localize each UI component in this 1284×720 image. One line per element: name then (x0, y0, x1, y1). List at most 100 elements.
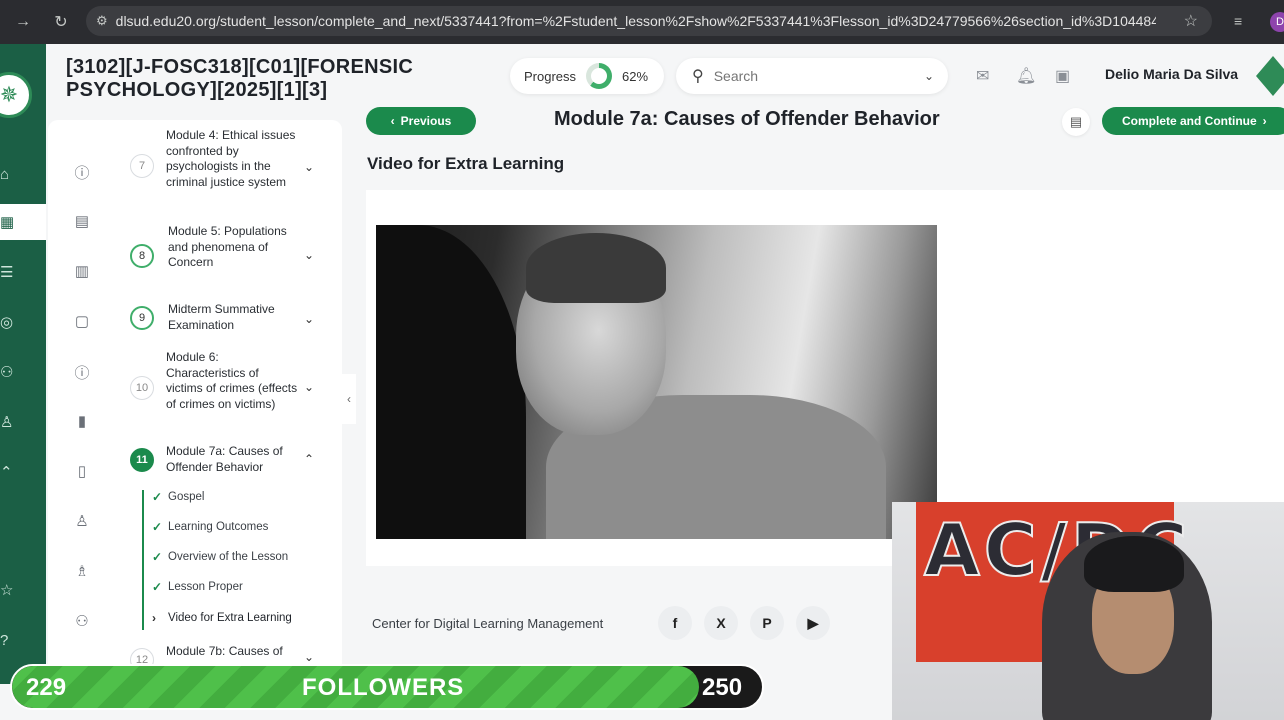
search-input[interactable] (713, 68, 894, 84)
help-icon[interactable]: ? (0, 622, 46, 658)
module-label: Module 4: Ethical issues confronted by p… (166, 128, 296, 189)
chevron-left-icon: ‹ (390, 114, 395, 128)
module-number: 11 (130, 448, 154, 472)
section-heading: Video for Extra Learning (367, 154, 565, 173)
calendar-icon[interactable]: ▢ (72, 312, 92, 332)
bell-icon[interactable]: 🔔︎ (1016, 66, 1036, 86)
calendar-icon[interactable]: ▣ (1055, 66, 1070, 86)
bookmark-star-icon[interactable]: ☆ (1184, 11, 1198, 31)
lesson-item-current[interactable]: › Video for Extra Learning (152, 611, 292, 625)
outline-module[interactable]: 7 Module 4: Ethical issues confronted by… (130, 128, 330, 214)
mail-icon[interactable]: ✉ (976, 66, 989, 86)
browser-toolbar: → ↻ ⚙ dlsud.edu20.org/student_lesson/com… (0, 0, 1284, 44)
lesson-item[interactable]: ✓ Learning Outcomes (152, 520, 268, 534)
stats-icon[interactable]: ▮ (72, 412, 92, 432)
chevron-down-icon[interactable]: ⌄ (304, 312, 314, 326)
outline-module[interactable]: 8 Module 5: Populations and phenomena of… (130, 224, 330, 288)
progress-ring (586, 63, 613, 89)
complete-and-continue-button[interactable]: Complete and Continue › (1102, 107, 1284, 135)
site-settings-icon[interactable]: ⚙ (96, 13, 108, 29)
chevron-right-icon: › (152, 611, 156, 625)
chevron-down-icon[interactable]: ⌄ (924, 69, 934, 83)
favorites-icon[interactable]: ☆ (0, 572, 46, 608)
course-title: [3102][J-FOSC318][C01][FORENSIC PSYCHOLO… (66, 56, 414, 101)
module-number: 8 (130, 244, 154, 268)
webcam-overlay: AC/DC (892, 502, 1284, 720)
user-name[interactable]: Delio Maria Da Silva (1105, 66, 1238, 82)
school-logo[interactable]: ✵ (0, 72, 32, 118)
followers-current: 229 (26, 674, 67, 701)
lesson-label: Overview of the Lesson (168, 551, 289, 563)
video-subject-hair (526, 233, 666, 303)
people-icon[interactable]: ⚇ (72, 612, 92, 632)
home-icon[interactable]: ⌂ (0, 156, 46, 192)
previous-button[interactable]: ‹ Previous (366, 107, 476, 135)
url-text[interactable]: dlsud.edu20.org/student_lesson/complete_… (116, 13, 1156, 29)
outline-module[interactable]: 10 Module 6: Characteristics of victims … (130, 350, 330, 430)
chevron-down-icon[interactable]: ⌄ (304, 248, 314, 262)
forward-icon[interactable]: → (10, 9, 36, 35)
course-outline: ⓘ ▤ ▥ ▢ ⓘ ▮ ▯ ♙ ♗ ⚇ 7 Module 4: Ethical … (48, 120, 342, 684)
module-label: Module 7b: Causes of (166, 644, 283, 658)
groups-icon[interactable]: ⚇ (0, 354, 46, 390)
chevron-up-icon[interactable]: ⌃ (304, 452, 314, 466)
check-icon: ✓ (152, 580, 163, 594)
module-label: Midterm Summative Examination (168, 302, 275, 332)
progress-indicator[interactable]: Progress 62% (510, 58, 664, 94)
teacher-icon[interactable]: ♗ (72, 562, 92, 582)
search-box[interactable]: ⚲ ⌄ (676, 58, 948, 94)
lesson-label: Gospel (168, 491, 205, 503)
document-icon[interactable]: ▯ (72, 462, 92, 482)
previous-label: Previous (400, 114, 452, 128)
lesson-item[interactable]: ✓ Overview of the Lesson (152, 550, 288, 564)
person-icon[interactable]: ♙ (72, 512, 92, 532)
check-icon: ✓ (152, 550, 163, 564)
x-icon[interactable]: X (704, 606, 738, 640)
news-icon[interactable]: ▥ (72, 262, 92, 282)
active-lesson-line (142, 490, 144, 630)
lesson-item[interactable]: ✓ Lesson Proper (152, 580, 243, 594)
module-number: 7 (130, 154, 154, 178)
check-icon: ✓ (152, 520, 163, 534)
document-icon[interactable]: ▤ (1062, 108, 1090, 136)
video-player[interactable] (376, 225, 937, 539)
lesson-label: Video for Extra Learning (168, 612, 292, 624)
media-controls-icon[interactable]: ≡ (1234, 13, 1242, 29)
followers-label: FOLLOWERS (302, 674, 465, 701)
collapse-up-icon[interactable]: ⌃ (0, 454, 46, 490)
module-label: Module 6: Characteristics of victims of … (166, 350, 298, 411)
about-icon[interactable]: ⓘ (72, 362, 92, 382)
collapse-outline-button[interactable]: ‹ (342, 374, 356, 424)
app-rail: ✵ ⌂ ▦ ☰ ◎ ⚇ ♙ ⌃ ☆ ? (0, 44, 46, 684)
facebook-icon[interactable]: f (658, 606, 692, 640)
profile-icon[interactable]: ♙ (0, 404, 46, 440)
chevron-down-icon[interactable]: ⌄ (304, 160, 314, 174)
progress-value: 62% (622, 68, 649, 84)
outline-module-active[interactable]: 11 Module 7a: Causes of Offender Behavio… (130, 444, 330, 480)
user-avatar[interactable] (1256, 56, 1284, 96)
module-label: Module 5: Populations and phenomena of C… (168, 224, 287, 269)
book-icon[interactable]: ▤ (72, 212, 92, 232)
check-icon: ✓ (152, 490, 163, 504)
chevron-right-icon: › (1262, 114, 1267, 128)
lesson-item[interactable]: ✓ Gospel (152, 490, 204, 504)
target-icon[interactable]: ◎ (0, 304, 46, 340)
reload-icon[interactable]: ↻ (48, 9, 74, 35)
chevron-down-icon[interactable]: ⌄ (304, 380, 314, 394)
followers-goal: 250 (702, 674, 743, 701)
progress-label: Progress (524, 68, 577, 84)
info-icon[interactable]: ⓘ (72, 162, 92, 182)
courses-icon[interactable]: ▦ (0, 204, 46, 240)
catalog-icon[interactable]: ☰ (0, 254, 46, 290)
address-bar[interactable]: ⚙ dlsud.edu20.org/student_lesson/complet… (86, 6, 1212, 36)
search-icon: ⚲ (692, 68, 704, 85)
profile-avatar[interactable]: D (1270, 12, 1284, 32)
youtube-icon[interactable]: ▶ (796, 606, 830, 640)
video-foreground-figure (376, 225, 526, 539)
module-number: 10 (130, 376, 154, 400)
streamer-hair (1084, 536, 1184, 592)
outline-module[interactable]: 9 Midterm Summative Examination ⌄ (130, 302, 330, 338)
pinterest-icon[interactable]: P (750, 606, 784, 640)
lesson-label: Lesson Proper (168, 581, 243, 593)
chevron-down-icon[interactable]: ⌄ (304, 650, 314, 664)
